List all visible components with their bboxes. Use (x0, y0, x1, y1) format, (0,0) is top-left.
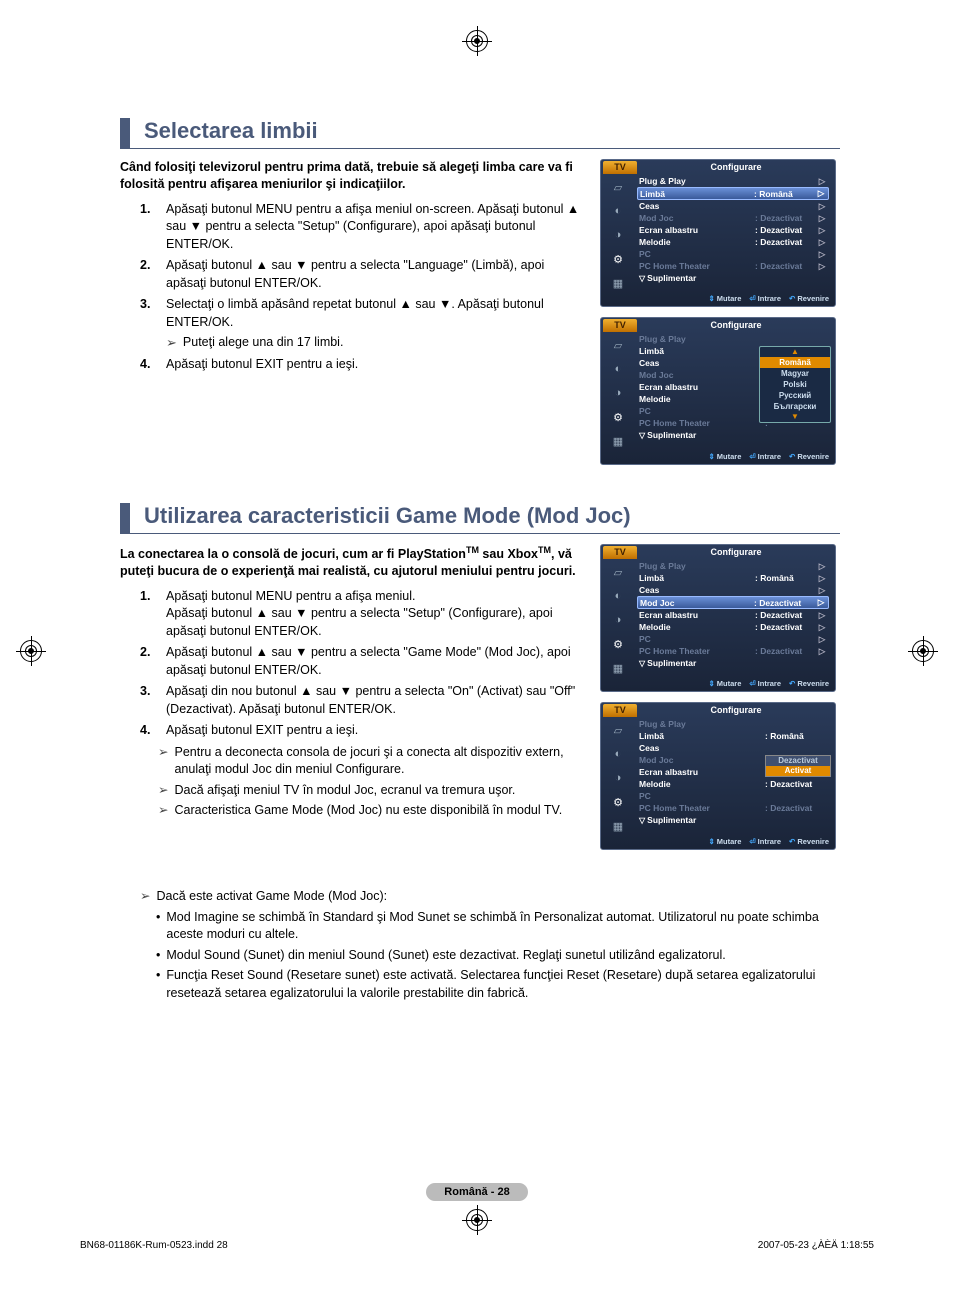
gamemode-bullets: Mod Imagine se schimbă în Standard şi Mo… (120, 909, 840, 1003)
note-text: Pentru a deconecta consola de jocuri şi … (174, 744, 586, 779)
osd-screenshot-setup-gamemode: TVConfigurare ▱◐◑⚙▦ Plug & Play▷ Limbă: … (600, 544, 836, 692)
step-num: 2. (140, 257, 158, 292)
section2-intro: La conectarea la o consolă de jocuri, cu… (120, 544, 586, 580)
note-text: Dacă este activat Game Mode (Mod Joc): (156, 888, 387, 906)
step-num: 4. (140, 722, 158, 740)
note-icon: ➢ (140, 888, 150, 906)
step-body: Apăsaţi butonul ▲ sau ▼ pentru a selecta… (166, 644, 586, 679)
note-text: Dacă afişaţi meniul TV în modul Joc, ecr… (174, 782, 515, 800)
bullet-text: Funcţia Reset Sound (Resetare sunet) est… (166, 967, 840, 1002)
language-dropdown: ▲ Română Magyar Polski Русский Български… (759, 346, 831, 423)
print-registration-mark (912, 640, 934, 662)
osd-screenshot-gamemode-dropdown: TVConfigurare ▱◐◑⚙▦ Plug & Play Limbă: R… (600, 702, 836, 850)
page-number: Română - 28 (0, 1182, 954, 1201)
note-icon: ➢ (158, 744, 168, 779)
note-icon: ➢ (158, 802, 168, 820)
osd-screenshot-language-dropdown: TVConfigurare ▱◐◑⚙▦ Plug & Play Limbă: C… (600, 317, 836, 465)
note-icon: ➢ (166, 334, 177, 352)
section1-text: Când folosiţi televizorul pentru prima d… (120, 159, 586, 475)
section-heading-gamemode: Utilizarea caracteristicii Game Mode (Mo… (120, 503, 840, 534)
step-num: 3. (140, 296, 158, 352)
section1-intro: Când folosiţi televizorul pentru prima d… (120, 159, 586, 193)
step-body: Apăsaţi butonul MENU pentru a afişa meni… (166, 201, 586, 254)
print-registration-mark (466, 1209, 488, 1231)
step-body: Apăsaţi butonul ▲ sau ▼ pentru a selecta… (166, 257, 586, 292)
step-body: Apăsaţi butonul EXIT pentru a ieşi. (166, 722, 586, 740)
doc-filename: BN68-01186K-Rum-0523.indd 28 (80, 1240, 228, 1251)
bullet-text: Mod Imagine se schimbă în Standard şi Mo… (166, 909, 840, 944)
print-registration-mark (466, 30, 488, 52)
step-body: Selectaţi o limbă apăsând repetat butonu… (166, 296, 586, 352)
section-heading-language: Selectarea limbii (120, 118, 840, 149)
bullet-text: Modul Sound (Sunet) din meniul Sound (Su… (166, 947, 725, 965)
step-num: 2. (140, 644, 158, 679)
doc-timestamp: 2007-05-23 ¿ÀÈÄ 1:18:55 (758, 1240, 874, 1251)
step-num: 3. (140, 683, 158, 718)
step-num: 4. (140, 356, 158, 374)
osd-screenshot-setup-language: TVConfigurare ▱◐◑⚙▦ Plug & Play▷ Limbă: … (600, 159, 836, 307)
osd-tv-tab: TV (603, 161, 637, 174)
print-registration-mark (20, 640, 42, 662)
step-body: Apăsaţi din nou butonul ▲ sau ▼ pentru a… (166, 683, 586, 718)
step-body: Apăsaţi butonul EXIT pentru a ieşi. (166, 356, 586, 374)
osd-title: Configurare (637, 162, 835, 172)
document-footer-meta: BN68-01186K-Rum-0523.indd 28 2007-05-23 … (80, 1240, 874, 1251)
step-num: 1. (140, 201, 158, 254)
gamemode-dropdown: Dezactivat Activat (765, 755, 831, 777)
step-num: 1. (140, 588, 158, 641)
note-icon: ➢ (158, 782, 168, 800)
note-text: Puteţi alege una din 17 limbi. (183, 334, 344, 352)
section2-text: La conectarea la o consolă de jocuri, cu… (120, 544, 586, 860)
page-content: Selectarea limbii Când folosiţi televizo… (120, 118, 840, 1005)
step-body: Apăsaţi butonul MENU pentru a afişa meni… (166, 588, 586, 641)
note-text: Caracteristica Game Mode (Mod Joc) nu es… (174, 802, 562, 820)
osd-category-icons: ▱◐◑⚙▦ (601, 174, 635, 292)
